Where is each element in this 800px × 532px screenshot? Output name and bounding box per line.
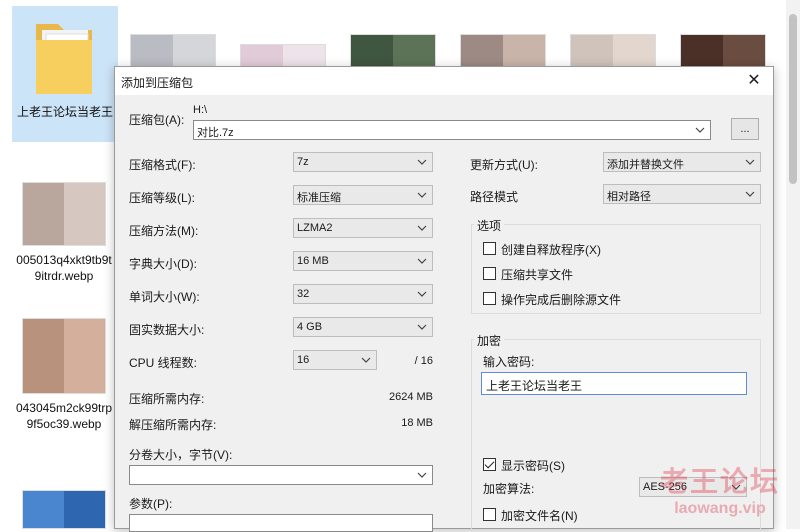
- watermark-title: 老王论坛: [659, 466, 780, 497]
- show-password-label[interactable]: 显示密码(S): [501, 457, 565, 474]
- archive-label: 压缩包(A):: [129, 113, 185, 127]
- level-label: 压缩等级(L):: [129, 191, 196, 205]
- cpu-value: 16: [297, 354, 310, 366]
- chevron-down-icon: [695, 127, 705, 133]
- password-label: 输入密码:: [483, 355, 535, 369]
- dialog-title: 添加到压缩包: [121, 76, 194, 90]
- chevron-down-icon: [417, 225, 427, 231]
- chevron-down-icon: [417, 192, 427, 198]
- dict-label: 字典大小(D):: [129, 257, 197, 271]
- path-select[interactable]: 相对路径: [603, 184, 761, 204]
- archive-path: H:\: [193, 104, 208, 116]
- mem-decomp-value: 18 MB: [401, 417, 433, 429]
- mem-decomp-label: 解压缩所需内存:: [129, 418, 217, 432]
- thumbnail-image[interactable]: [350, 34, 436, 68]
- cpu-total: / 16: [414, 355, 433, 367]
- folder-item[interactable]: 上老王论坛当老王: [12, 6, 118, 142]
- path-label: 路径模式: [470, 190, 519, 204]
- format-select[interactable]: 7z: [293, 152, 433, 172]
- solid-select[interactable]: 4 GB: [293, 317, 433, 337]
- scrollbar-thumb[interactable]: [789, 14, 797, 184]
- split-combo[interactable]: [129, 465, 433, 485]
- encryption-method-label: 加密算法:: [483, 482, 535, 496]
- method-value: LZMA2: [297, 222, 333, 234]
- chevron-down-icon: [417, 258, 427, 264]
- password-value: 上老王论坛当老王: [486, 379, 583, 393]
- sfx-label[interactable]: 创建自释放程序(X): [501, 241, 601, 258]
- update-select[interactable]: 添加并替换文件: [603, 152, 761, 172]
- encrypt-names-checkbox[interactable]: [483, 508, 496, 521]
- shared-label[interactable]: 压缩共享文件: [501, 266, 573, 283]
- delete-checkbox[interactable]: [483, 292, 496, 305]
- format-label: 压缩格式(F):: [129, 158, 196, 172]
- solid-label: 固实数据大小:: [129, 323, 205, 337]
- thumbnail-image[interactable]: [22, 490, 106, 529]
- word-select[interactable]: 32: [293, 284, 433, 304]
- level-value: 标准压缩: [297, 192, 341, 204]
- dialog-titlebar: 添加到压缩包 ✕: [115, 67, 773, 95]
- vertical-scrollbar[interactable]: [786, 0, 800, 529]
- thumbnail-image[interactable]: [460, 34, 546, 68]
- dict-value: 16 MB: [297, 255, 329, 267]
- file-label[interactable]: 043045m2ck99trp9f5oc39.webp: [14, 400, 114, 432]
- shared-checkbox[interactable]: [483, 267, 496, 280]
- level-select[interactable]: 标准压缩: [293, 185, 433, 205]
- options-title: 选项: [474, 217, 505, 234]
- cpu-select[interactable]: 16: [293, 350, 377, 370]
- chevron-down-icon: [745, 159, 755, 165]
- solid-value: 4 GB: [297, 321, 323, 333]
- file-label[interactable]: 005013q4xkt9tb9t9itrdr.webp: [14, 252, 114, 284]
- encrypt-names-label[interactable]: 加密文件名(N): [501, 507, 578, 524]
- split-label: 分卷大小，字节(V):: [129, 448, 233, 462]
- thumbnail-image[interactable]: [680, 34, 766, 68]
- mem-comp-value: 2624 MB: [388, 391, 433, 403]
- thumbnail-image[interactable]: [240, 44, 326, 68]
- chevron-down-icon: [417, 324, 427, 330]
- mem-comp-label: 压缩所需内存:: [129, 392, 205, 406]
- archive-name-value: 对比.7z: [197, 127, 234, 139]
- archive-name-combo[interactable]: 对比.7z: [193, 120, 711, 140]
- show-password-checkbox[interactable]: [483, 458, 496, 471]
- path-value: 相对路径: [607, 191, 651, 203]
- browse-button[interactable]: ...: [731, 118, 759, 140]
- params-input[interactable]: [129, 514, 433, 532]
- folder-icon: [36, 24, 92, 94]
- chevron-down-icon: [745, 191, 755, 197]
- cpu-label: CPU 线程数:: [129, 356, 198, 370]
- delete-label[interactable]: 操作完成后删除源文件: [501, 291, 621, 308]
- thumbnail-image[interactable]: [130, 34, 216, 68]
- update-label: 更新方式(U):: [470, 158, 538, 172]
- close-icon[interactable]: ✕: [743, 70, 765, 92]
- update-value: 添加并替换文件: [607, 159, 684, 171]
- method-select[interactable]: LZMA2: [293, 218, 433, 238]
- params-label: 参数(P):: [129, 497, 173, 511]
- word-value: 32: [297, 288, 310, 300]
- method-label: 压缩方法(M):: [129, 224, 199, 238]
- watermark-url: laowang.vip: [674, 500, 766, 517]
- dict-select[interactable]: 16 MB: [293, 251, 433, 271]
- sfx-checkbox[interactable]: [483, 242, 496, 255]
- chevron-down-icon: [361, 357, 371, 363]
- thumbnail-image[interactable]: [570, 34, 656, 68]
- chevron-down-icon: [417, 291, 427, 297]
- thumbnail-image[interactable]: [22, 182, 106, 246]
- chevron-down-icon: [417, 472, 427, 478]
- chevron-down-icon: [417, 159, 427, 165]
- thumbnail-image[interactable]: [22, 318, 106, 394]
- format-value: 7z: [297, 156, 309, 168]
- watermark: 老王论坛 laowang.vip: [660, 460, 780, 518]
- word-label: 单词大小(W):: [129, 290, 200, 304]
- encryption-title: 加密: [474, 332, 505, 349]
- password-input[interactable]: 上老王论坛当老王: [481, 372, 747, 395]
- folder-label: 上老王论坛当老王: [16, 105, 113, 119]
